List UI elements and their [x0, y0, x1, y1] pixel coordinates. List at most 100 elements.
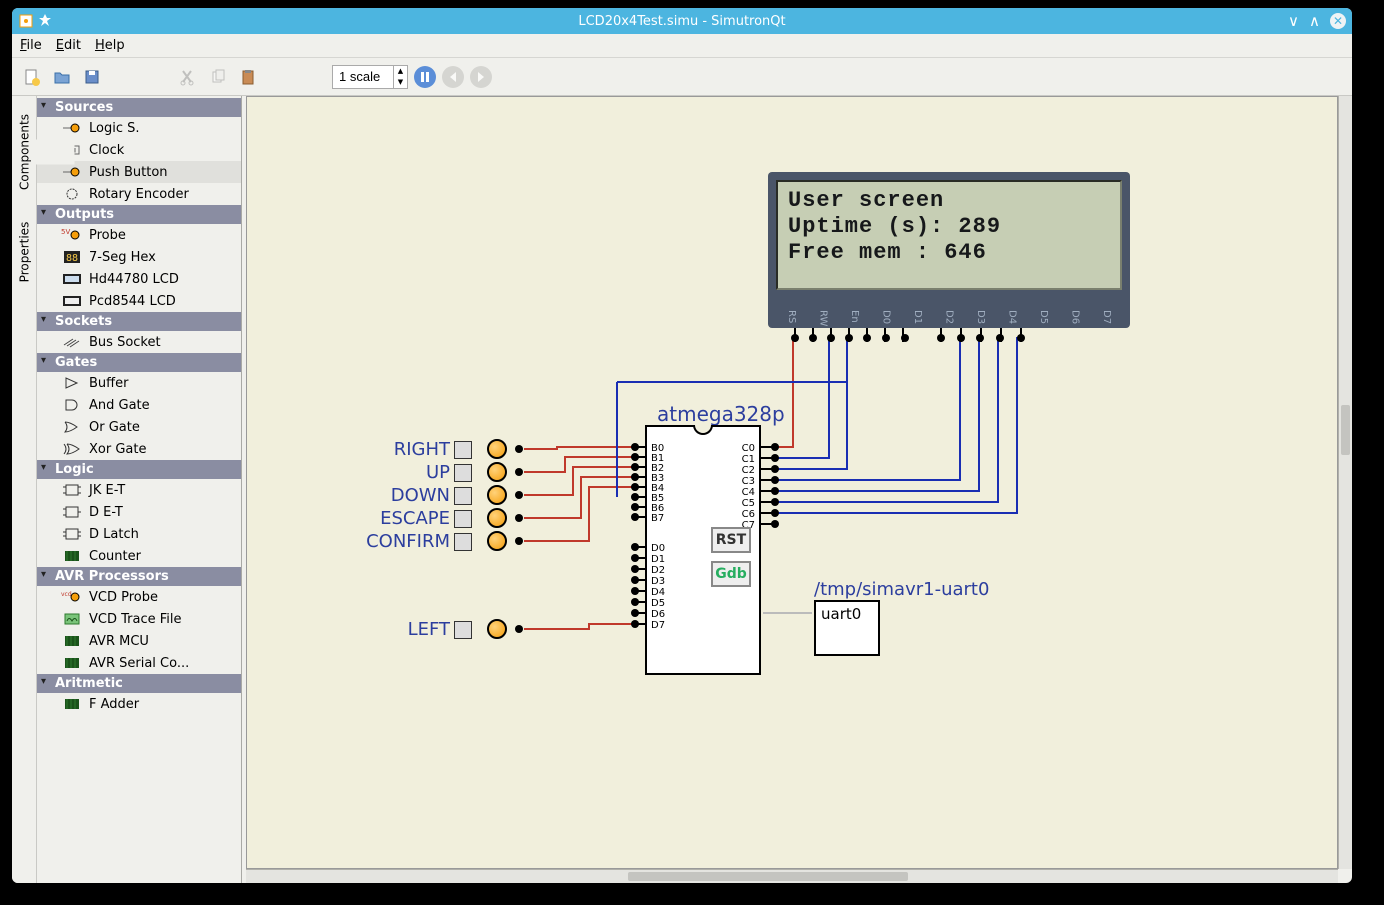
chip-gdb-button[interactable]: Gdb	[711, 561, 751, 587]
tree-header-sources[interactable]: Sources	[37, 98, 241, 117]
tree-item-buffer[interactable]: Buffer	[37, 372, 241, 394]
pin-dot	[631, 463, 639, 471]
tree-item-dlatch[interactable]: D Latch	[37, 523, 241, 545]
lcd-pin-dot	[937, 334, 945, 342]
maximize-button[interactable]: ∧	[1309, 12, 1320, 30]
scale-up-button[interactable]: ▲	[393, 66, 407, 77]
canvas-wrap: User screen Uptime (s): 289 Free mem : 6…	[242, 96, 1352, 883]
push-button-left[interactable]	[487, 619, 507, 639]
lcd-module[interactable]: User screen Uptime (s): 289 Free mem : 6…	[768, 172, 1130, 328]
chip-rst-button[interactable]: RST	[711, 527, 751, 553]
uart-path-label: /tmp/simavr1-uart0	[814, 579, 989, 600]
minimize-button[interactable]: ∨	[1288, 12, 1299, 30]
tree-header-gates[interactable]: Gates	[37, 353, 241, 372]
pin-dot	[771, 476, 779, 484]
tree-header-avr[interactable]: AVR Processors	[37, 567, 241, 586]
rotary-encoder-icon	[61, 186, 83, 202]
node-dot	[515, 537, 523, 545]
tree-item-and[interactable]: And Gate	[37, 394, 241, 416]
close-button[interactable]: ✕	[1330, 13, 1346, 29]
menu-file[interactable]: File	[20, 38, 42, 53]
lcd-pin-dot	[863, 334, 871, 342]
tree-item-det[interactable]: D E-T	[37, 501, 241, 523]
tree-header-logic[interactable]: Logic	[37, 460, 241, 479]
app-icon	[18, 13, 34, 29]
button-housing	[454, 487, 472, 505]
pin-dot	[631, 503, 639, 511]
pin-dot	[631, 554, 639, 562]
tree-item-avr-mcu[interactable]: AVR MCU	[37, 630, 241, 652]
logic-s-icon	[61, 120, 83, 136]
avr-mcu-icon	[61, 633, 83, 649]
tab-properties[interactable]: Properties	[12, 240, 75, 265]
tree-item-xor[interactable]: Xor Gate	[37, 438, 241, 460]
push-button-escape[interactable]	[487, 508, 507, 528]
pause-button[interactable]	[414, 66, 436, 88]
scale-down-button[interactable]: ▼	[393, 77, 407, 88]
tree-item-vcd-probe[interactable]: vcdVCD Probe	[37, 586, 241, 608]
tree-item-counter[interactable]: Counter	[37, 545, 241, 567]
new-file-button[interactable]	[20, 65, 44, 89]
node-dot	[515, 445, 523, 453]
hscroll-thumb[interactable]	[628, 872, 908, 881]
tree-item-fadder[interactable]: F Adder	[37, 693, 241, 715]
scale-input[interactable]	[333, 69, 393, 84]
cut-button[interactable]	[176, 65, 200, 89]
lcd-line-3: Free mem : 646	[788, 240, 1110, 266]
pin-icon[interactable]	[38, 13, 54, 29]
vertical-scrollbar[interactable]	[1338, 96, 1352, 869]
open-file-button[interactable]	[50, 65, 74, 89]
node-dot	[515, 468, 523, 476]
pin-dot	[631, 443, 639, 451]
push-button-confirm[interactable]	[487, 531, 507, 551]
pin-dot	[631, 565, 639, 573]
pin-dot	[771, 509, 779, 517]
tab-components[interactable]: Components	[12, 140, 75, 165]
paste-button[interactable]	[236, 65, 260, 89]
side-tabs: Components Properties	[12, 96, 37, 883]
tree-item-logic-s[interactable]: Logic S.	[37, 117, 241, 139]
pin-dot	[631, 453, 639, 461]
tree-header-outputs[interactable]: Outputs	[37, 205, 241, 224]
svg-text:5V: 5V	[61, 228, 70, 236]
components-tree[interactable]: Sources Logic S. Clock Push Button Rotar…	[37, 96, 242, 883]
lcd-icon	[61, 271, 83, 287]
tree-item-hd44780[interactable]: Hd44780 LCD	[37, 268, 241, 290]
atmega-chip[interactable]: B0 B1 B2 B3 B4 B5 B6 B7 D0 D1 D2 D3 D4 D…	[645, 425, 761, 675]
step-forward-button[interactable]	[470, 66, 492, 88]
menu-help[interactable]: Help	[95, 38, 125, 53]
button-label-escape: ESCAPE	[370, 508, 450, 529]
lcd-pin-dot	[996, 334, 1004, 342]
window-title: LCD20x4Test.simu - SimutronQt	[578, 14, 785, 29]
tree-item-vcd-trace[interactable]: VCD Trace File	[37, 608, 241, 630]
step-back-button[interactable]	[442, 66, 464, 88]
tree-item-pcd8544[interactable]: Pcd8544 LCD	[37, 290, 241, 312]
schematic-canvas[interactable]: User screen Uptime (s): 289 Free mem : 6…	[246, 96, 1338, 869]
det-icon	[61, 504, 83, 520]
push-button-up[interactable]	[487, 462, 507, 482]
save-file-button[interactable]	[80, 65, 104, 89]
horizontal-scrollbar[interactable]	[246, 869, 1338, 883]
body-area: Components Properties Sources Logic S. C…	[12, 96, 1352, 883]
button-housing	[454, 621, 472, 639]
tree-item-jk[interactable]: JK E-T	[37, 479, 241, 501]
tree-item-avr-serial[interactable]: AVR Serial Co...	[37, 652, 241, 674]
pin-dot	[631, 493, 639, 501]
tree-item-bus-socket[interactable]: Bus Socket	[37, 331, 241, 353]
tree-item-rotary-encoder[interactable]: Rotary Encoder	[37, 183, 241, 205]
tree-header-aritmetic[interactable]: Aritmetic	[37, 674, 241, 693]
tree-item-or[interactable]: Or Gate	[37, 416, 241, 438]
lcd-pin-dot	[845, 334, 853, 342]
titlebar[interactable]: LCD20x4Test.simu - SimutronQt ∨ ∧ ✕	[12, 8, 1352, 34]
push-button-right[interactable]	[487, 439, 507, 459]
vcd-probe-icon: vcd	[61, 589, 83, 605]
push-button-down[interactable]	[487, 485, 507, 505]
pin-dot	[631, 620, 639, 628]
button-housing	[454, 464, 472, 482]
copy-button[interactable]	[206, 65, 230, 89]
menu-edit[interactable]: Edit	[56, 38, 81, 53]
uart-box[interactable]: uart0	[814, 600, 880, 656]
scale-spinbox[interactable]: ▲ ▼	[332, 65, 408, 89]
vscroll-thumb[interactable]	[1341, 405, 1350, 455]
tree-header-sockets[interactable]: Sockets	[37, 312, 241, 331]
